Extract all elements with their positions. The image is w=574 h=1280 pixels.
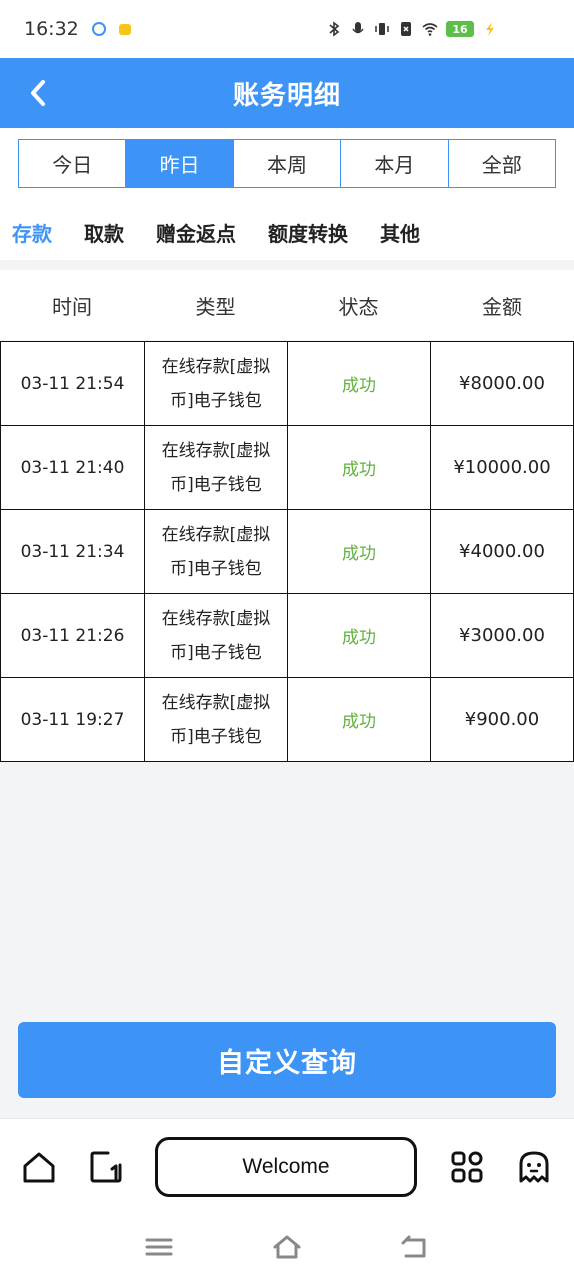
home-icon[interactable] <box>21 1149 57 1185</box>
transactions-table: 03-11 21:54 在线存款[虚拟币]电子钱包 成功 ¥8000.00 03… <box>0 341 574 762</box>
cell-type: 在线存款[虚拟币]电子钱包 <box>144 426 287 509</box>
tab-this-week[interactable]: 本周 <box>233 140 342 187</box>
cell-type: 在线存款[虚拟币]电子钱包 <box>144 678 287 761</box>
custom-query-button[interactable]: 自定义查询 <box>18 1022 556 1098</box>
cell-type: 在线存款[虚拟币]电子钱包 <box>144 342 287 425</box>
vibrate-icon <box>375 23 389 35</box>
bluetooth-icon <box>329 21 340 37</box>
cell-type: 在线存款[虚拟币]电子钱包 <box>144 510 287 593</box>
tabs-icon[interactable] <box>88 1149 124 1185</box>
charging-icon <box>486 22 494 36</box>
app-header: 账务明细 <box>0 58 574 128</box>
tab-other[interactable]: 其他 <box>380 218 420 247</box>
column-header-amount: 金额 <box>482 294 522 319</box>
column-header-time: 时间 <box>52 294 92 319</box>
table-row: 03-11 19:27 在线存款[虚拟币]电子钱包 成功 ¥900.00 <box>0 678 574 762</box>
wifi-icon <box>422 23 438 36</box>
back-button[interactable] <box>22 76 54 110</box>
sim-off-icon <box>401 22 411 36</box>
tab-withdraw[interactable]: 取款 <box>84 218 124 247</box>
back-nav-icon[interactable] <box>400 1232 430 1262</box>
page-title: 账务明细 <box>232 80 341 111</box>
tab-this-month[interactable]: 本月 <box>341 140 449 187</box>
notification-icon <box>91 22 106 36</box>
cell-status: 成功 <box>287 426 430 509</box>
tab-bonus-rebate[interactable]: 赠金返点 <box>156 218 236 247</box>
cell-type: 在线存款[虚拟币]电子钱包 <box>144 594 287 677</box>
tab-yesterday[interactable]: 昨日 <box>126 140 234 187</box>
table-row: 03-11 21:40 在线存款[虚拟币]电子钱包 成功 ¥10000.00 <box>0 426 574 510</box>
ghost-icon[interactable] <box>516 1149 552 1185</box>
cell-status: 成功 <box>287 342 430 425</box>
table-row: 03-11 21:34 在线存款[虚拟币]电子钱包 成功 ¥4000.00 <box>0 510 574 594</box>
home-nav-icon[interactable] <box>272 1232 302 1262</box>
status-bar: 16:32 16 <box>0 0 574 58</box>
chevron-left-icon <box>31 80 45 106</box>
status-time: 16:32 <box>24 18 79 40</box>
column-header-status: 状态 <box>338 294 379 319</box>
tab-all[interactable]: 全部 <box>448 140 556 187</box>
cell-time: 03-11 21:26 <box>0 594 144 677</box>
table-row: 03-11 21:54 在线存款[虚拟币]电子钱包 成功 ¥8000.00 <box>0 342 574 426</box>
tab-transfer[interactable]: 额度转换 <box>268 218 348 247</box>
microphone-icon <box>352 22 364 34</box>
apps-grid-icon[interactable] <box>449 1149 485 1185</box>
cell-time: 03-11 21:34 <box>0 510 144 593</box>
tab-deposit[interactable]: 存款 <box>12 218 52 247</box>
filter-area: 今日 昨日 本周 本月 全部 存款 取款 赠金返点 额度转换 其他 <box>0 128 574 260</box>
column-header-type: 类型 <box>195 294 236 319</box>
cell-amount: ¥3000.00 <box>430 594 574 677</box>
welcome-button[interactable]: Welcome <box>155 1137 417 1197</box>
cell-status: 成功 <box>287 594 430 677</box>
cell-amount: ¥8000.00 <box>430 342 574 425</box>
transaction-type-tabs: 存款 取款 赠金返点 额度转换 其他 <box>12 218 420 247</box>
tab-today[interactable]: 今日 <box>19 140 127 187</box>
cell-time: 03-11 19:27 <box>0 678 144 761</box>
bottom-nav: Welcome <box>0 1118 574 1214</box>
cell-amount: ¥4000.00 <box>430 510 574 593</box>
cell-time: 03-11 21:40 <box>0 426 144 509</box>
date-range-tabs: 今日 昨日 本周 本月 全部 <box>18 139 556 188</box>
cell-status: 成功 <box>287 678 430 761</box>
table-header: 时间 类型 状态 金额 <box>0 270 574 340</box>
table-row: 03-11 21:26 在线存款[虚拟币]电子钱包 成功 ¥3000.00 <box>0 594 574 678</box>
app-notification-icon <box>118 24 131 35</box>
cell-amount: ¥900.00 <box>430 678 574 761</box>
system-nav-bar <box>0 1214 574 1280</box>
battery-indicator: 16 <box>446 21 474 37</box>
menu-icon[interactable] <box>144 1232 174 1262</box>
cell-amount: ¥10000.00 <box>430 426 574 509</box>
cell-status: 成功 <box>287 510 430 593</box>
cell-time: 03-11 21:54 <box>0 342 144 425</box>
